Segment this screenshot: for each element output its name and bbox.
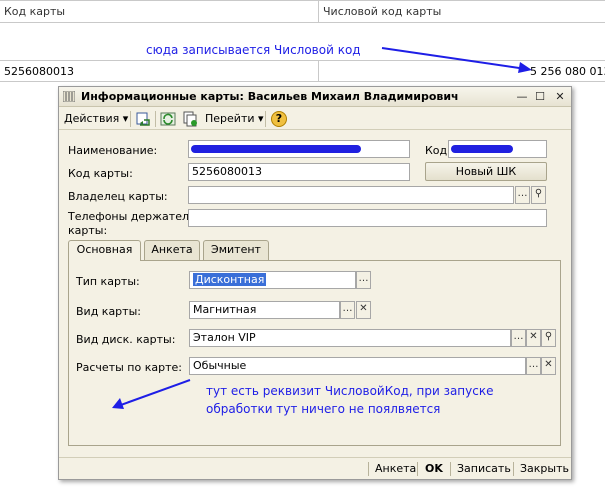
annotation-bottom-note-2: обработки тут ничего не поялвяется [206, 402, 441, 416]
disc-kind-field[interactable]: Эталон VIP [189, 329, 511, 347]
card-type-field[interactable]: Дисконтная [189, 271, 356, 289]
owner-select-button[interactable]: … [515, 186, 530, 204]
bottom-divider [368, 462, 369, 476]
card-type-label: Тип карты: [76, 275, 140, 288]
copy-icon[interactable] [182, 111, 198, 127]
save-and-close-icon[interactable] [135, 111, 151, 127]
save-button[interactable]: Записать [457, 462, 511, 475]
goto-menu[interactable]: Перейти ▾ [205, 111, 264, 127]
settlement-select-button[interactable]: … [526, 357, 541, 375]
code-field[interactable] [448, 140, 547, 158]
questionnaire-button[interactable]: Анкета [375, 462, 416, 475]
info-cards-window: Информационные карты: Васильев Михаил Вл… [58, 86, 572, 480]
tab-main[interactable]: Основная [68, 240, 141, 261]
annotation-arrow-top [381, 47, 532, 73]
table-cell-card-code[interactable]: 5256080013 [4, 65, 74, 78]
toolbar-divider [265, 111, 266, 127]
annotation-bottom-note-1: тут есть реквизит ЧисловойКод, при запус… [206, 384, 494, 398]
phones-label-cont: карты: [68, 224, 108, 237]
name-field[interactable] [188, 140, 410, 158]
tab-questionnaire[interactable]: Анкета [144, 240, 200, 260]
ok-button[interactable]: OK [425, 462, 443, 475]
card-code-field[interactable]: 5256080013 [188, 163, 410, 181]
phones-label: Телефоны держателя [68, 210, 196, 223]
bottom-divider [450, 462, 451, 476]
new-barcode-button[interactable]: Новый ШК [425, 162, 547, 181]
phones-field[interactable] [188, 209, 547, 227]
card-kind-select-button[interactable]: … [340, 301, 355, 319]
table-cell-numeric-code[interactable]: 5 256 080 013 [530, 65, 605, 78]
close-button[interactable]: ✕ [553, 90, 567, 103]
annotation-top-note: сюда записывается Числовой код [146, 43, 361, 57]
settlement-label: Расчеты по карте: [76, 361, 182, 374]
redacted-scribble [451, 145, 513, 153]
column-header-numeric-code[interactable]: Числовой код карты [323, 5, 441, 18]
code-label: Код: [425, 144, 451, 157]
disc-kind-select-button[interactable]: … [511, 329, 526, 347]
search-icon[interactable]: ⚲ [531, 186, 546, 204]
refresh-icon[interactable] [160, 111, 176, 127]
actions-label: Действия [64, 112, 120, 125]
clear-icon[interactable]: ✕ [526, 329, 541, 347]
help-icon[interactable]: ? [271, 111, 287, 127]
bottom-divider [513, 462, 514, 476]
clear-icon[interactable]: ✕ [541, 357, 556, 375]
toolbar: Действия ▾ Перейти ▾ ? [59, 108, 571, 130]
disc-kind-label: Вид диск. карты: [76, 333, 176, 346]
maximize-button[interactable]: ☐ [533, 90, 547, 103]
search-icon[interactable]: ⚲ [541, 329, 556, 347]
chevron-down-icon: ▾ [254, 112, 264, 125]
settlement-field[interactable]: Обычные [189, 357, 526, 375]
bottom-divider [417, 462, 418, 476]
tab-issuer[interactable]: Эмитент [203, 240, 269, 260]
card-code-label: Код карты: [68, 167, 133, 180]
minimize-button[interactable]: — [515, 90, 529, 103]
column-header-card-code[interactable]: Код карты [4, 5, 65, 18]
window-title: Информационные карты: Васильев Михаил Вл… [81, 90, 459, 103]
redacted-scribble [191, 145, 361, 153]
form-list-icon [63, 91, 75, 102]
actions-menu[interactable]: Действия ▾ [64, 111, 128, 127]
chevron-down-icon: ▾ [119, 112, 129, 125]
owner-label: Владелец карты: [68, 190, 168, 203]
annotation-arrow-bottom [112, 379, 191, 409]
goto-label: Перейти [205, 112, 255, 125]
toolbar-divider [130, 111, 131, 127]
card-kind-field[interactable]: Магнитная [189, 301, 340, 319]
card-kind-label: Вид карты: [76, 305, 141, 318]
name-label: Наименование: [68, 144, 158, 157]
card-type-select-button[interactable]: … [356, 271, 371, 289]
toolbar-divider [155, 111, 156, 127]
card-type-value: Дисконтная [193, 273, 267, 286]
clear-icon[interactable]: ✕ [356, 301, 371, 319]
bottom-action-bar: Анкета OK Записать Закрыть [59, 457, 571, 479]
owner-field[interactable] [188, 186, 514, 204]
window-titlebar[interactable]: Информационные карты: Васильев Михаил Вл… [59, 87, 571, 107]
tab-panel-main: Тип карты: Дисконтная … Вид карты: Магни… [68, 260, 561, 446]
close-form-button[interactable]: Закрыть [520, 462, 569, 475]
